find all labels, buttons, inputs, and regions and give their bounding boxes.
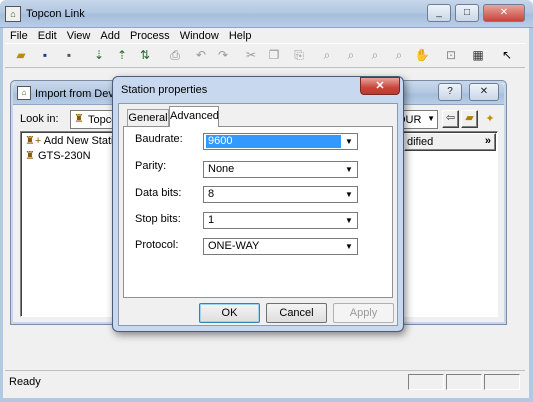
chevron-down-icon: ▼ <box>342 163 356 176</box>
app-titlebar: ⌂ Topcon Link _ □ ✕ <box>0 0 533 28</box>
look-in-label: Look in: <box>20 113 59 125</box>
copy-icon[interactable]: ❐ <box>263 44 285 66</box>
chevron-down-icon: ▼ <box>427 114 435 123</box>
maximize-button[interactable]: □ <box>455 4 479 22</box>
cut-icon[interactable]: ✂ <box>240 44 262 66</box>
data-bits-label: Data bits: <box>135 187 182 199</box>
save-icon[interactable]: ▪ <box>34 44 56 66</box>
import-icon[interactable]: ⇣ <box>88 44 110 66</box>
table-icon[interactable]: ▦ <box>467 44 489 66</box>
chevron-down-icon: ▼ <box>342 214 356 227</box>
import-window-title: Import from Devi <box>35 88 117 100</box>
stop-bits-label: Stop bits: <box>135 213 181 225</box>
import-close-button[interactable]: ✕ <box>469 83 499 101</box>
stop-bits-select[interactable]: 1 ▼ <box>203 212 358 229</box>
protocol-label: Protocol: <box>135 239 179 251</box>
chevron-down-icon: ▼ <box>342 240 356 253</box>
back-button[interactable]: ⇦ <box>442 110 459 128</box>
protocol-value: ONE-WAY <box>208 240 260 252</box>
list-item[interactable]: ♜ GTS-230N <box>25 149 91 162</box>
protocol-select[interactable]: ONE-WAY ▼ <box>203 238 358 255</box>
apply-button[interactable]: Apply <box>333 303 394 323</box>
status-text: Ready <box>9 376 41 388</box>
import-help-button[interactable]: ? <box>438 83 462 101</box>
dialog-client: General Advanced Baudrate: 9600 ▼ Parity… <box>118 103 398 326</box>
tab-advanced[interactable]: Advanced <box>169 106 219 127</box>
print-icon[interactable]: ⎙ <box>164 44 186 66</box>
parity-select[interactable]: None ▼ <box>203 161 358 178</box>
pan-icon[interactable]: ✋ <box>411 44 433 66</box>
open-icon[interactable]: ▰ <box>10 44 32 66</box>
station-properties-dialog: Station properties ✕ General Advanced Ba… <box>112 76 404 332</box>
zoom-window-icon[interactable]: ⌕ <box>388 44 410 66</box>
tab-general[interactable]: General <box>127 109 169 126</box>
baudrate-label: Baudrate: <box>135 133 183 145</box>
redo-icon[interactable]: ↷ <box>212 44 234 66</box>
help-pointer-icon[interactable]: ↖ <box>496 44 518 66</box>
station-icon: ♜ <box>74 113 84 125</box>
status-pane-1 <box>408 374 444 390</box>
baudrate-value: 9600 <box>206 135 341 148</box>
station-add-icon: ♜+ <box>25 135 42 147</box>
compute-icon[interactable]: ⇅ <box>134 44 156 66</box>
parity-value: None <box>208 163 235 175</box>
chevron-down-icon: ▼ <box>342 135 356 148</box>
status-pane-2 <box>446 374 482 390</box>
parity-label: Parity: <box>135 160 167 172</box>
save-all-icon[interactable]: ▪ <box>58 44 80 66</box>
stop-bits-value: 1 <box>208 214 215 226</box>
dialog-title: Station properties <box>121 84 208 96</box>
app-title: Topcon Link <box>26 8 85 20</box>
modified-header-label: dified <box>407 136 434 148</box>
cancel-button[interactable]: Cancel <box>266 303 327 323</box>
fit-icon[interactable]: ⊡ <box>440 44 462 66</box>
dialog-close-button[interactable]: ✕ <box>360 77 400 95</box>
list-item-label: GTS-230N <box>37 150 91 162</box>
paste-icon[interactable]: ⎘ <box>288 44 310 66</box>
data-bits-select[interactable]: 8 ▼ <box>203 186 358 203</box>
modified-column-header[interactable]: dified » <box>404 133 496 151</box>
app-logo-icon: ⌂ <box>5 6 21 22</box>
zoom-in-icon[interactable]: ⌕ <box>340 44 362 66</box>
list-item[interactable]: ♜+ Add New Station <box>25 134 126 147</box>
tab-general-label: General <box>128 112 168 124</box>
chevron-down-icon: ▼ <box>342 188 356 201</box>
status-pane-3 <box>484 374 520 390</box>
undo-icon[interactable]: ↶ <box>190 44 212 66</box>
station-icon: ♜ <box>25 150 35 162</box>
up-folder-button[interactable]: ▰ <box>461 110 478 128</box>
status-bar: Ready <box>5 370 525 392</box>
zoom-icon[interactable]: ⌕ <box>316 44 338 66</box>
zoom-out-icon[interactable]: ⌕ <box>364 44 386 66</box>
import-window-icon: ⌂ <box>17 86 31 100</box>
baudrate-select[interactable]: 9600 ▼ <box>203 133 358 150</box>
tab-advanced-label: Advanced <box>170 110 219 122</box>
export-icon[interactable]: ⇡ <box>111 44 133 66</box>
minimize-button[interactable]: _ <box>427 4 451 22</box>
close-button[interactable]: ✕ <box>483 4 525 22</box>
data-bits-value: 8 <box>208 188 215 200</box>
more-columns-icon: » <box>484 135 491 147</box>
ok-button[interactable]: OK <box>199 303 260 323</box>
new-folder-icon[interactable]: ✦ <box>481 110 499 128</box>
